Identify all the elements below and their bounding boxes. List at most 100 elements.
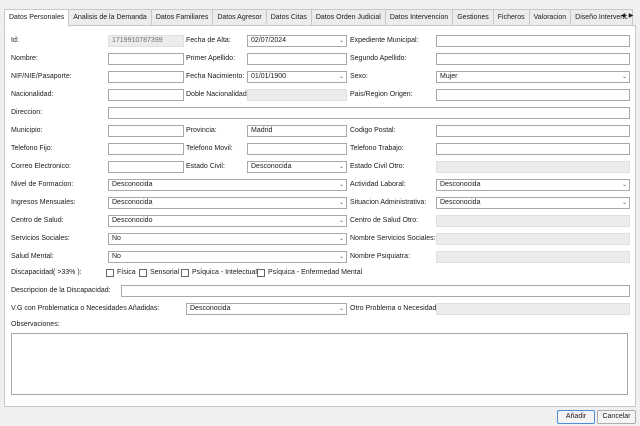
label-estado-civil-otro: Estado Civil Otro: [350,163,405,170]
actividad-value: Desconocida [440,181,481,188]
tab-scroll-right-icon[interactable]: ▶ [628,11,634,21]
label-descripcion-discapacidad: Descripcion de la Discapacidad: [11,287,111,294]
checkbox-fisica-label: Física [117,269,136,276]
chevron-down-icon: ⌄ [621,74,627,80]
chevron-down-icon: ⌄ [621,182,627,188]
tab-datos-familiares[interactable]: Datos Familiares [150,9,214,25]
tab-orden-judicial[interactable]: Datos Orden Judicial [310,9,386,25]
checkbox-box[interactable] [106,269,114,277]
label-pais-origen: Pais/Region Origen: [350,91,413,98]
checkbox-box[interactable] [257,269,265,277]
centro-salud-value: Desconocido [112,217,153,224]
label-codigo-postal: Codigo Postal: [350,127,396,134]
ingresos-select[interactable]: Desconocida ⌄ [108,197,347,209]
checkbox-box[interactable] [139,269,147,277]
primer-apellido-field[interactable] [247,53,347,65]
telefono-movil-field[interactable] [247,143,347,155]
chevron-down-icon: ⌄ [621,200,627,206]
formacion-value: Desconocida [112,181,153,188]
provincia-field[interactable]: Madrid [247,125,347,137]
label-sexo: Sexo: [350,73,368,80]
tab-scroll-left-icon[interactable]: ◀ [620,11,626,21]
formacion-select[interactable]: Desconocida ⌄ [108,179,347,191]
pais-origen-field[interactable] [436,89,630,101]
ingresos-value: Desconocida [112,199,153,206]
fecha-nacimiento-picker[interactable]: 01/01/1900 ⌄ [247,71,347,83]
chevron-down-icon: ⌄ [338,236,344,242]
vg-problematica-select[interactable]: Desconocida ⌄ [186,303,347,315]
label-nacionalidad: Nacionalidad: [11,91,54,98]
chevron-down-icon: ⌄ [338,254,344,260]
estado-civil-value: Desconocida [251,163,292,170]
label-fecha-nacimiento: Fecha Nacimiento: [186,73,245,80]
servicios-sociales-select[interactable]: No ⌄ [108,233,347,245]
checkbox-sensorial[interactable]: Sensorial [139,268,179,278]
expediente-field[interactable] [436,35,630,47]
centro-salud-select[interactable]: Desconocido ⌄ [108,215,347,227]
label-vg-problematica: V.G con Problematica o Necesidades Añadi… [11,305,160,312]
checkbox-sensorial-label: Sensorial [150,269,180,276]
label-doble-nacionalidad: Doble Nacionalidad: [186,91,249,98]
situacion-select[interactable]: Desconocida ⌄ [436,197,630,209]
label-nombre-servicios: Nombre Servicios Sociales: [350,235,436,242]
tab-gestiones[interactable]: Gestiones [452,9,494,25]
nombre-field[interactable] [108,53,184,65]
observaciones-textarea[interactable] [11,333,628,395]
tab-analisis-demanda[interactable]: Analisis de la Demanda [68,9,152,25]
tab-datos-intervencion[interactable]: Datos Intervencion [384,9,454,25]
tab-ficheros[interactable]: Ficheros [492,9,530,25]
anadir-button[interactable]: Añadir [557,410,595,424]
form-panel: Id: 1719910787399 Fecha de Alta: 02/07/2… [4,25,636,407]
cancelar-button[interactable]: Cancelar [597,410,636,424]
chevron-down-icon: ⌄ [338,182,344,188]
nombre-psiquiatra-field [436,251,630,263]
tab-valoracion[interactable]: Valoracion [528,9,572,25]
label-centro-salud: Centro de Salud: [11,217,64,224]
tab-bar: Datos Personales Analisis de la Demanda … [4,9,633,27]
label-nombre: Nombre: [11,55,38,62]
tab-datos-agresor[interactable]: Datos Agresor [212,9,267,25]
tab-datos-citas[interactable]: Datos Citas [265,9,312,25]
descripcion-discapacidad-field[interactable] [121,285,630,297]
checkbox-box[interactable] [181,269,189,277]
checkbox-psiquica-enfermedad-mental[interactable]: Psíquica - Enfermedad Mental [257,268,362,278]
label-discapacidad: Discapacidad( >33% ): [11,269,82,276]
label-nombre-psiquiatra: Nombre Psiquiatra: [350,253,410,260]
doble-nacionalidad-field [247,89,347,101]
label-centro-salud-otro: Centro de Salud Otro: [350,217,419,224]
telefono-trabajo-field[interactable] [436,143,630,155]
nif-field[interactable] [108,71,184,83]
segundo-apellido-field[interactable] [436,53,630,65]
id-field: 1719910787399 [108,35,184,47]
label-provincia: Provincia: [186,127,217,134]
centro-salud-otro-field [436,215,630,227]
sexo-value: Mujer [440,73,458,80]
chevron-down-icon: ⌄ [338,200,344,206]
telefono-fijo-field[interactable] [108,143,184,155]
fecha-nacimiento-value: 01/01/1900 [251,73,287,80]
direccion-field[interactable] [108,107,630,119]
codigo-postal-field[interactable] [436,125,630,137]
checkbox-psiquica-intelectual[interactable]: Psíquica - Intelectual [181,268,257,278]
fecha-alta-picker[interactable]: 02/07/2024 ⌄ [247,35,347,47]
label-expediente: Expediente Municipal: [350,37,419,44]
sexo-select[interactable]: Mujer ⌄ [436,71,630,83]
actividad-select[interactable]: Desconocida ⌄ [436,179,630,191]
checkbox-psiquica-intelectual-label: Psíquica - Intelectual [192,269,257,276]
label-telefono-movil: Telefono Movil: [186,145,233,152]
checkbox-fisica[interactable]: Física [106,268,136,278]
label-estado-civil: Estado Civil: [186,163,225,170]
nacionalidad-field[interactable] [108,89,184,101]
label-primer-apellido: Primer Apellido: [186,55,236,62]
correo-field[interactable] [108,161,184,173]
chevron-down-icon: ⌄ [338,164,344,170]
label-actividad: Actividad Laboral: [350,181,406,188]
salud-mental-select[interactable]: No ⌄ [108,251,347,263]
tab-datos-personales[interactable]: Datos Personales [4,9,70,27]
otro-problema-field [436,303,630,315]
situacion-value: Desconocida [440,199,481,206]
estado-civil-select[interactable]: Desconocida ⌄ [247,161,347,173]
municipio-field[interactable] [108,125,184,137]
vg-problematica-value: Desconocida [190,305,231,312]
chevron-down-icon: ⌄ [338,74,344,80]
